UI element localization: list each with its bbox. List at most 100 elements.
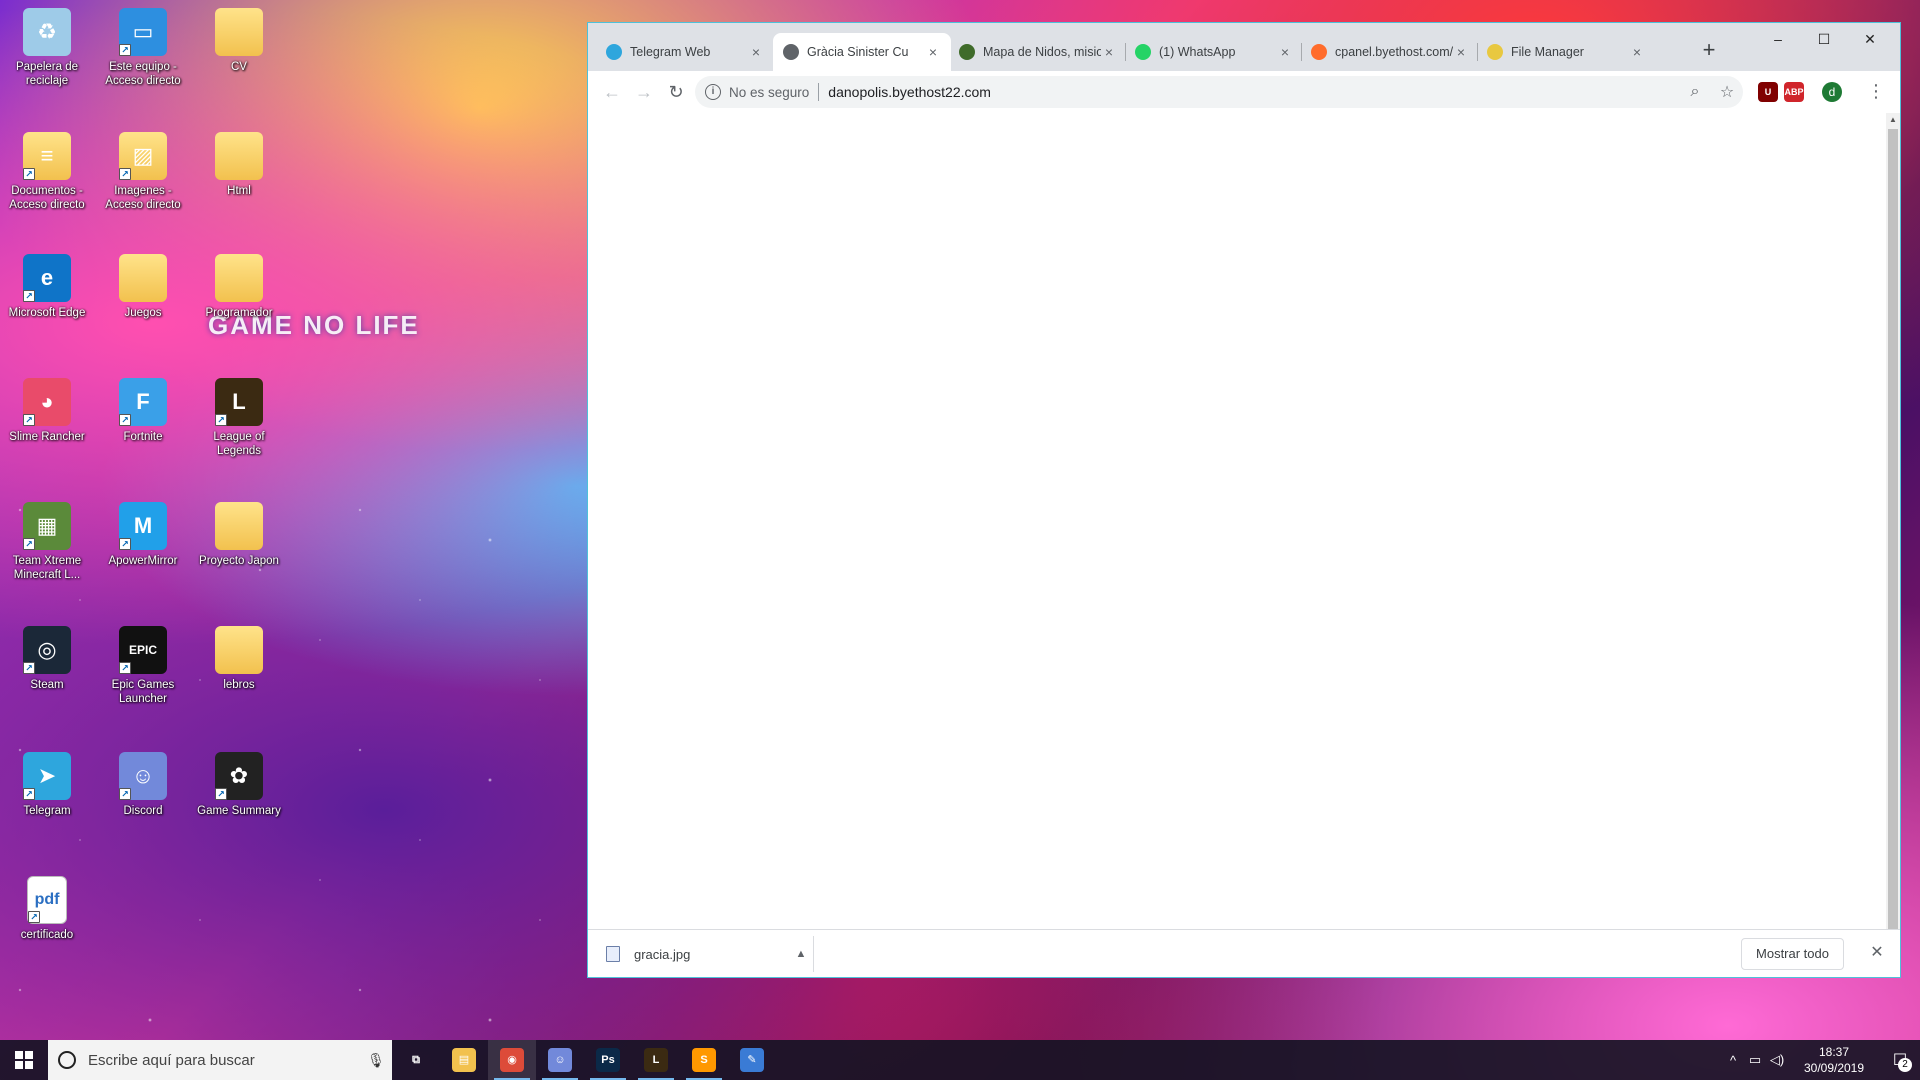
desktop-icon[interactable]: F ↗ Fortnite: [98, 378, 188, 444]
desktop-icon-label[interactable]: Slime Rancher: [9, 430, 84, 444]
desktop-icon[interactable]: ◎ ↗ Steam: [2, 626, 92, 692]
reload-button[interactable]: ↻: [660, 76, 692, 108]
url-text[interactable]: danopolis.byethost22.com: [828, 84, 1679, 100]
desktop-icon[interactable]: ≡ ↗ Documentos - Acceso directo: [2, 132, 92, 212]
close-tab-icon[interactable]: ×: [1629, 44, 1645, 60]
desktop-icon-label[interactable]: ApowerMirror: [108, 554, 177, 568]
desktop-icon-label[interactable]: Html: [227, 184, 251, 198]
taskbar-file-explorer-button[interactable]: ▤: [440, 1040, 488, 1080]
desktop-icon-label[interactable]: Este equipo - Acceso directo: [98, 60, 188, 88]
scroll-up-arrow-icon[interactable]: ▲: [1886, 113, 1900, 127]
info-icon[interactable]: i: [705, 84, 721, 100]
desktop-icon-label[interactable]: Team Xtreme Minecraft L...: [2, 554, 92, 582]
desktop-icon[interactable]: Proyecto Japon: [194, 502, 284, 568]
desktop-icon[interactable]: ♻ Papelera de reciclaje: [2, 8, 92, 88]
minimize-button[interactable]: –: [1755, 23, 1801, 55]
desktop-icon[interactable]: Html: [194, 132, 284, 198]
desktop-icon[interactable]: ◕ ↗ Slime Rancher: [2, 378, 92, 444]
desktop-icon[interactable]: EPIC ↗ Epic Games Launcher: [98, 626, 188, 706]
browser-tab[interactable]: cpanel.byethost.com/×: [1301, 33, 1479, 71]
desktop-icon-label[interactable]: Papelera de reciclaje: [2, 60, 92, 88]
adblock-plus-extension-icon[interactable]: ABP: [1784, 82, 1804, 102]
close-tab-icon[interactable]: ×: [748, 44, 764, 60]
forward-button[interactable]: →: [628, 76, 660, 108]
desktop-icon[interactable]: ▨ ↗ Imagenes - Acceso directo: [98, 132, 188, 212]
desktop-icon[interactable]: M ↗ ApowerMirror: [98, 502, 188, 568]
taskbar-search[interactable]: Escribe aquí para buscar 🎙: [48, 1040, 392, 1080]
taskbar-chrome-button[interactable]: ◉: [488, 1040, 536, 1080]
desktop-icon-label[interactable]: lebros: [223, 678, 254, 692]
taskbar-task-view-button[interactable]: ⧉: [392, 1040, 440, 1080]
tab-title[interactable]: Gràcia Sinister Cu: [807, 45, 925, 59]
page-scrollbar[interactable]: ▲ ▼: [1886, 113, 1900, 952]
search-placeholder[interactable]: Escribe aquí para buscar: [88, 1052, 360, 1069]
back-button[interactable]: ←: [596, 76, 628, 108]
bookmark-star-icon[interactable]: ☆: [1711, 82, 1743, 102]
profile-avatar[interactable]: d: [1822, 82, 1842, 102]
tab-title[interactable]: Mapa de Nidos, misio: [983, 45, 1101, 59]
start-button[interactable]: [0, 1040, 48, 1080]
zoom-icon[interactable]: ⌕: [1679, 83, 1711, 101]
show-hidden-icons-chevron-icon[interactable]: ^: [1722, 1053, 1744, 1068]
taskbar-discord-button[interactable]: ☺: [536, 1040, 584, 1080]
tab-title[interactable]: (1) WhatsApp: [1159, 45, 1277, 59]
tab-title[interactable]: File Manager: [1511, 45, 1629, 59]
desktop-icon[interactable]: ☺ ↗ Discord: [98, 752, 188, 818]
desktop-icon[interactable]: ▦ ↗ Team Xtreme Minecraft L...: [2, 502, 92, 582]
desktop-icon-label[interactable]: Telegram: [23, 804, 70, 818]
chrome-menu-icon[interactable]: ⋮: [1864, 79, 1888, 103]
desktop-icon-label[interactable]: Steam: [30, 678, 63, 692]
browser-tab[interactable]: Gràcia Sinister Cu ×: [773, 33, 951, 71]
desktop-icon-label[interactable]: CV: [231, 60, 247, 74]
address-bar[interactable]: i No es seguro danopolis.byethost22.com …: [695, 76, 1743, 108]
close-tab-icon[interactable]: ×: [1277, 44, 1293, 60]
desktop-icon[interactable]: Programador: [194, 254, 284, 320]
new-tab-button[interactable]: +: [1695, 37, 1723, 65]
desktop-icon-label[interactable]: League of Legends: [194, 430, 284, 458]
volume-icon[interactable]: ◁): [1766, 1052, 1788, 1068]
microphone-icon[interactable]: 🎙: [360, 1052, 392, 1069]
close-tab-icon[interactable]: ×: [925, 44, 941, 60]
desktop-icon[interactable]: ▭ ↗ Este equipo - Acceso directo: [98, 8, 188, 88]
browser-tab[interactable]: File Manager ×: [1477, 33, 1655, 71]
desktop-icon[interactable]: ➤ ↗ Telegram: [2, 752, 92, 818]
maximize-button[interactable]: ☐: [1801, 23, 1847, 55]
taskbar-league-of-legends-button[interactable]: L: [632, 1040, 680, 1080]
desktop-icon-label[interactable]: Imagenes - Acceso directo: [98, 184, 188, 212]
ublock-extension-icon[interactable]: U: [1758, 82, 1778, 102]
close-tab-icon[interactable]: ×: [1453, 44, 1469, 60]
desktop-icon[interactable]: CV: [194, 8, 284, 74]
taskbar-photoshop-button[interactable]: Ps: [584, 1040, 632, 1080]
desktop-icon[interactable]: ✿ ↗ Game Summary: [194, 752, 284, 818]
desktop-icon-label[interactable]: Microsoft Edge: [9, 306, 86, 320]
action-center-icon[interactable]: ☐ 2: [1880, 1040, 1920, 1080]
download-file-name[interactable]: gracia.jpg: [634, 947, 789, 962]
desktop-icon-label[interactable]: Programador: [205, 306, 272, 320]
desktop-icon[interactable]: Juegos: [98, 254, 188, 320]
desktop-icon[interactable]: e ↗ Microsoft Edge: [2, 254, 92, 320]
browser-tab[interactable]: Mapa de Nidos, misio ×: [949, 33, 1127, 71]
network-icon[interactable]: ▭: [1744, 1052, 1766, 1068]
desktop-icon-label[interactable]: Epic Games Launcher: [98, 678, 188, 706]
clock[interactable]: 18:37 30/09/2019: [1794, 1044, 1874, 1076]
desktop-icon-label[interactable]: certificado: [21, 928, 73, 942]
desktop-icon-label[interactable]: Game Summary: [197, 804, 281, 818]
chevron-up-icon[interactable]: ▲: [789, 948, 813, 960]
close-tab-icon[interactable]: ×: [1101, 44, 1117, 60]
desktop-icon[interactable]: lebros: [194, 626, 284, 692]
desktop-icon[interactable]: L ↗ League of Legends: [194, 378, 284, 458]
desktop-icon-label[interactable]: Juegos: [124, 306, 161, 320]
page-content[interactable]: [588, 113, 1886, 952]
browser-tab[interactable]: Telegram Web ×: [596, 33, 774, 71]
security-label[interactable]: No es seguro: [729, 85, 809, 100]
desktop-icon-label[interactable]: Proyecto Japon: [199, 554, 279, 568]
show-all-downloads-button[interactable]: Mostrar todo: [1741, 938, 1844, 970]
tab-title[interactable]: Telegram Web: [630, 45, 748, 59]
close-window-button[interactable]: ✕: [1847, 23, 1893, 55]
taskbar-paint-button[interactable]: ✎: [728, 1040, 776, 1080]
desktop-icon-label[interactable]: Documentos - Acceso directo: [2, 184, 92, 212]
taskbar-sublime-text-button[interactable]: S: [680, 1040, 728, 1080]
download-item[interactable]: gracia.jpg ▲: [598, 936, 814, 972]
browser-tab[interactable]: (1) WhatsApp ×: [1125, 33, 1303, 71]
desktop-icon-label[interactable]: Discord: [124, 804, 163, 818]
